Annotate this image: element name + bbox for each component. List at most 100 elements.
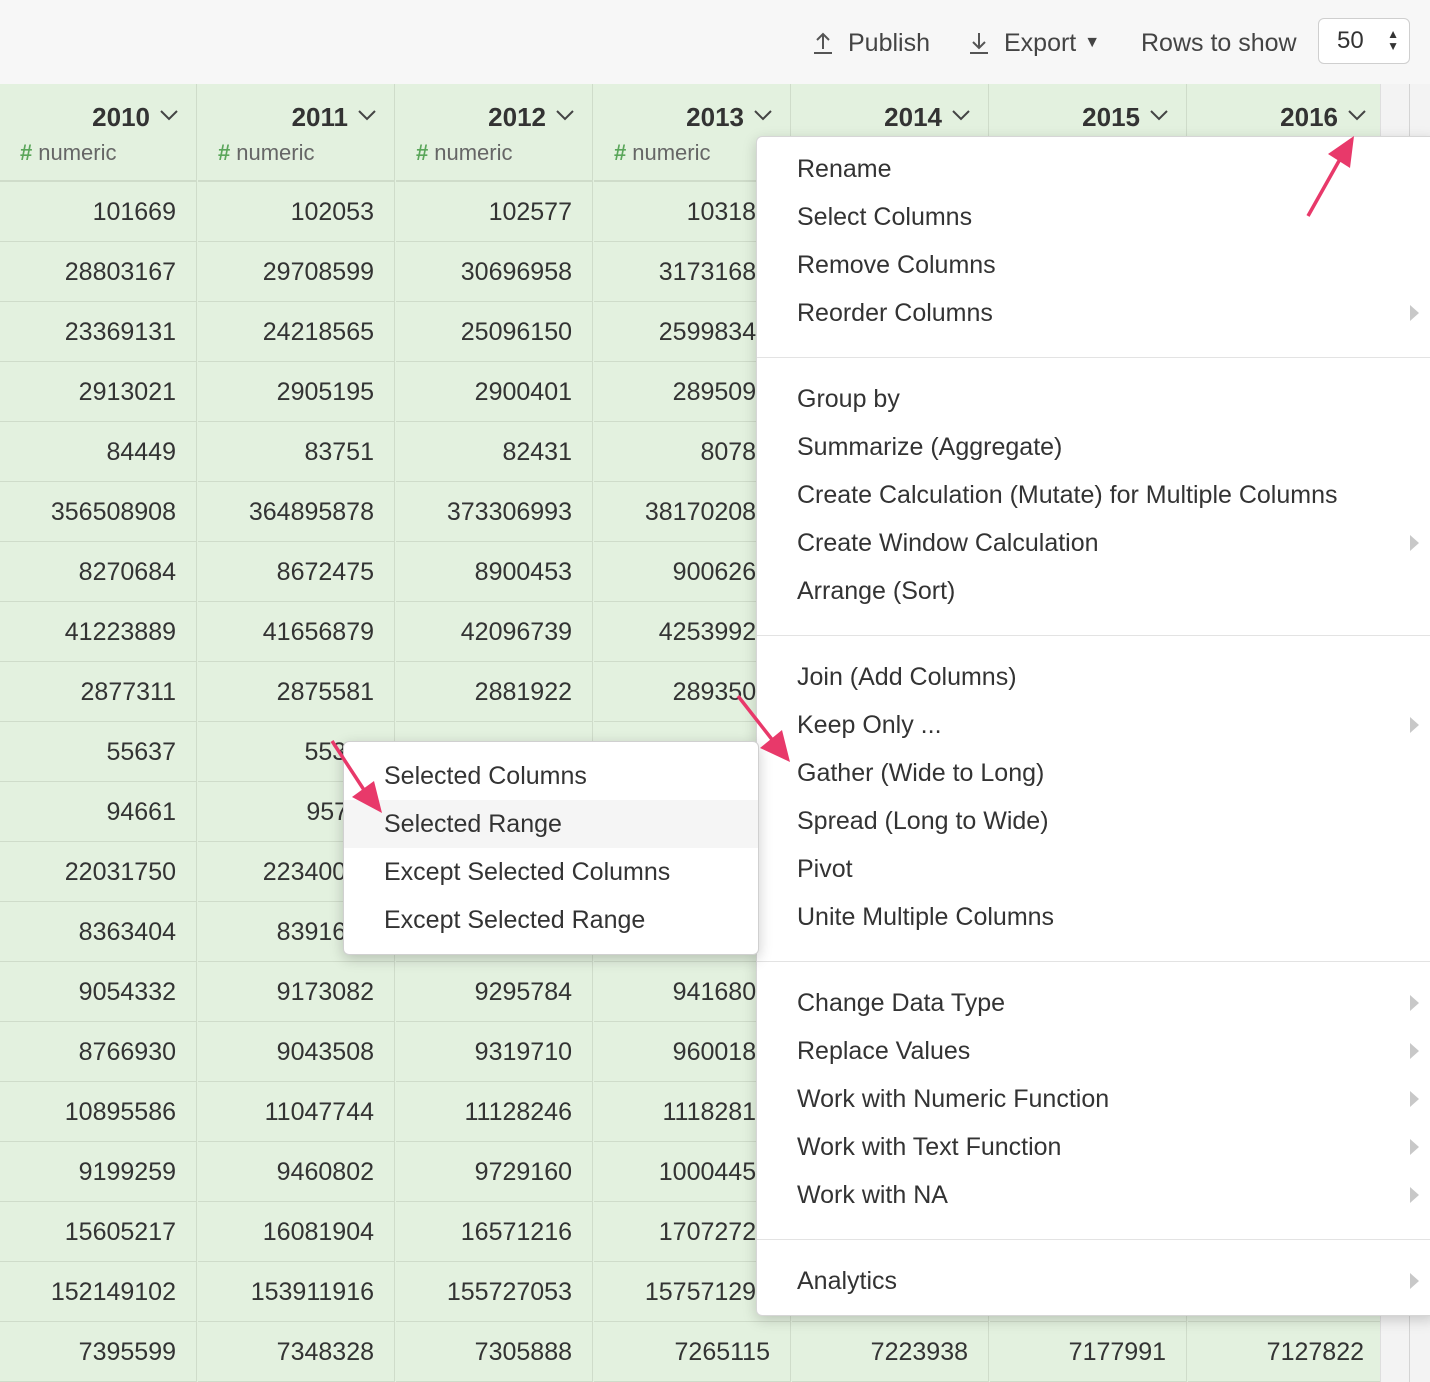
table-cell[interactable]: 7223938 xyxy=(792,1322,989,1382)
publish-label: Publish xyxy=(848,28,930,57)
menu-item[interactable]: Change Data Type xyxy=(797,989,1005,1018)
submenu-arrow-icon xyxy=(1410,1091,1419,1107)
table-cell[interactable]: 9054332 xyxy=(0,962,197,1022)
chevron-down-icon[interactable] xyxy=(950,104,972,126)
table-cell[interactable]: 41223889 xyxy=(0,602,197,662)
table-cell[interactable]: 42096739 xyxy=(396,602,593,662)
menu-item[interactable]: Keep Only ... xyxy=(797,711,942,740)
table-cell[interactable]: 8766930 xyxy=(0,1022,197,1082)
menu-item[interactable]: Group by xyxy=(797,385,900,414)
table-cell[interactable]: 2905195 xyxy=(198,362,395,422)
menu-item[interactable]: Pivot xyxy=(797,855,853,884)
table-cell[interactable]: 25096150 xyxy=(396,302,593,362)
menu-item[interactable]: Reorder Columns xyxy=(797,299,993,328)
column-header[interactable]: 2012 # numeric xyxy=(396,84,593,182)
table-cell[interactable]: 101669 xyxy=(0,182,197,242)
table-cell[interactable]: 9319710 xyxy=(396,1022,593,1082)
chevron-down-icon[interactable] xyxy=(1148,104,1170,126)
table-cell[interactable]: 9460802 xyxy=(198,1142,395,1202)
table-cell[interactable]: 16571216 xyxy=(396,1202,593,1262)
column-action-menu: Rename Select Columns Remove Columns Reorde… xyxy=(756,136,1430,1316)
table-cell[interactable]: 7395599 xyxy=(0,1322,197,1382)
table-cell[interactable]: 23369131 xyxy=(0,302,197,362)
table-cell[interactable]: 153911916 xyxy=(198,1262,395,1322)
table-cell[interactable]: 30696958 xyxy=(396,242,593,302)
table-cell[interactable]: 7177991 xyxy=(990,1322,1187,1382)
submenu-item[interactable]: Selected Columns xyxy=(344,752,758,800)
table-cell[interactable]: 364895878 xyxy=(198,482,395,542)
table-cell[interactable]: 11047744 xyxy=(198,1082,395,1142)
table-cell[interactable]: 373306993 xyxy=(396,482,593,542)
chevron-down-icon[interactable] xyxy=(554,104,576,126)
table-cell[interactable]: 7348328 xyxy=(198,1322,395,1382)
menu-item[interactable]: Work with NA xyxy=(797,1181,948,1210)
table-cell[interactable]: 15605217 xyxy=(0,1202,197,1262)
table-cell[interactable]: 83751 xyxy=(198,422,395,482)
table-cell[interactable]: 22031750 xyxy=(0,842,197,902)
table-cell[interactable]: 9729160 xyxy=(396,1142,593,1202)
table-cell[interactable]: 9199259 xyxy=(0,1142,197,1202)
table-cell[interactable]: 356508908 xyxy=(0,482,197,542)
menu-item[interactable]: Work with Text Function xyxy=(797,1133,1061,1162)
column-name: 2013 xyxy=(686,102,744,132)
table-cell[interactable]: 7265115 xyxy=(594,1322,791,1382)
table-cell[interactable]: 8270684 xyxy=(0,542,197,602)
table-cell[interactable]: 102053 xyxy=(198,182,395,242)
numeric-type-icon: # xyxy=(416,140,429,165)
table-cell[interactable]: 41656879 xyxy=(198,602,395,662)
menu-item[interactable]: Analytics xyxy=(797,1267,897,1296)
menu-item[interactable]: Gather (Wide to Long) xyxy=(797,759,1044,788)
chevron-down-icon[interactable] xyxy=(158,104,180,126)
menu-item[interactable]: Create Window Calculation xyxy=(797,529,1099,558)
table-cell[interactable]: 8672475 xyxy=(198,542,395,602)
column-name: 2016 xyxy=(1280,102,1338,132)
column-header[interactable]: 2010 # numeric xyxy=(0,84,197,182)
publish-button[interactable]: Publish xyxy=(810,26,930,60)
submenu-item[interactable]: Except Selected Columns xyxy=(344,848,758,896)
table-cell[interactable]: 94661 xyxy=(0,782,197,842)
table-cell[interactable]: 9295784 xyxy=(396,962,593,1022)
table-cell[interactable]: 2875581 xyxy=(198,662,395,722)
table-cell[interactable]: 8900453 xyxy=(396,542,593,602)
rows-to-show-select[interactable]: 50 ▲ ▼ xyxy=(1318,18,1410,64)
table-cell[interactable]: 7127822 xyxy=(1188,1322,1385,1382)
menu-item[interactable]: Join (Add Columns) xyxy=(797,663,1017,692)
menu-item[interactable]: Select Columns xyxy=(797,203,972,232)
table-cell[interactable]: 9043508 xyxy=(198,1022,395,1082)
export-button[interactable]: Export ▼ xyxy=(966,26,1100,60)
menu-item[interactable]: Summarize (Aggregate) xyxy=(797,433,1062,462)
table-cell[interactable]: 29708599 xyxy=(198,242,395,302)
menu-item[interactable]: Replace Values xyxy=(797,1037,970,1066)
table-cell[interactable]: 2913021 xyxy=(0,362,197,422)
table-cell[interactable]: 8363404 xyxy=(0,902,197,962)
chevron-down-icon[interactable] xyxy=(356,104,378,126)
menu-item[interactable]: Arrange (Sort) xyxy=(797,577,955,606)
table-cell[interactable]: 7305888 xyxy=(396,1322,593,1382)
table-cell[interactable]: 55637 xyxy=(0,722,197,782)
table-cell[interactable]: 155727053 xyxy=(396,1262,593,1322)
menu-item[interactable]: Rename xyxy=(797,155,892,184)
table-cell[interactable]: 82431 xyxy=(396,422,593,482)
table-cell[interactable]: 2881922 xyxy=(396,662,593,722)
menu-item[interactable]: Unite Multiple Columns xyxy=(797,903,1054,932)
table-cell[interactable]: 10895586 xyxy=(0,1082,197,1142)
table-cell[interactable]: 16081904 xyxy=(198,1202,395,1262)
menu-item[interactable]: Spread (Long to Wide) xyxy=(797,807,1049,836)
table-cell[interactable]: 84449 xyxy=(0,422,197,482)
table-cell[interactable]: 2877311 xyxy=(0,662,197,722)
menu-item[interactable]: Create Calculation (Mutate) for Multiple… xyxy=(797,481,1338,510)
menu-item[interactable]: Remove Columns xyxy=(797,251,996,280)
menu-item[interactable]: Work with Numeric Function xyxy=(797,1085,1109,1114)
column-header[interactable]: 2011 # numeric xyxy=(198,84,395,182)
chevron-down-icon[interactable] xyxy=(1346,104,1368,126)
table-cell[interactable]: 152149102 xyxy=(0,1262,197,1322)
table-cell[interactable]: 11128246 xyxy=(396,1082,593,1142)
table-cell[interactable]: 9173082 xyxy=(198,962,395,1022)
chevron-down-icon[interactable] xyxy=(752,104,774,126)
table-cell[interactable]: 102577 xyxy=(396,182,593,242)
submenu-item[interactable]: Selected Range xyxy=(344,800,758,848)
table-cell[interactable]: 2900401 xyxy=(396,362,593,422)
table-cell[interactable]: 24218565 xyxy=(198,302,395,362)
table-cell[interactable]: 28803167 xyxy=(0,242,197,302)
submenu-item[interactable]: Except Selected Range xyxy=(344,896,758,944)
